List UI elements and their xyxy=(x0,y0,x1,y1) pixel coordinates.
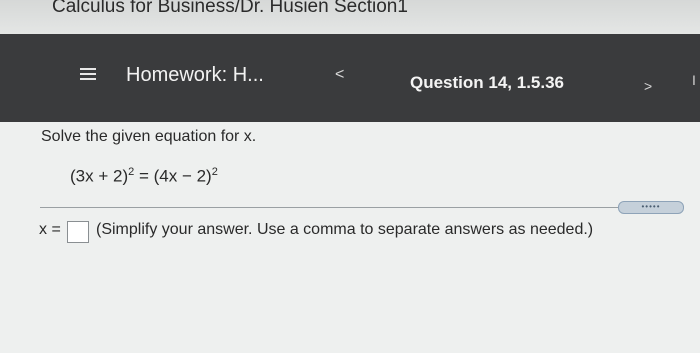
course-header: Calculus for Business/Dr. Husien Section… xyxy=(0,0,700,34)
next-question-button[interactable]: > xyxy=(644,78,652,94)
question-panel: Solve the given equation for x. (3x + 2)… xyxy=(0,122,700,353)
equation: (3x + 2)2 = (4x − 2)2 xyxy=(70,166,218,187)
edge-glyph: I xyxy=(692,72,696,88)
answer-hint: (Simplify your answer. Use a comma to se… xyxy=(96,221,594,238)
equation-equals: = xyxy=(134,166,154,186)
course-title: Calculus for Business/Dr. Husien Section… xyxy=(52,0,408,17)
equation-rhs-base: (4x − 2) xyxy=(153,166,212,186)
answer-prefix: x = xyxy=(39,221,61,238)
answer-input[interactable] xyxy=(67,221,89,243)
question-label[interactable]: Question 14, 1.5.36 xyxy=(410,73,564,93)
homework-nav-bar: Homework: H... < Question 14, 1.5.36 > I xyxy=(0,34,700,122)
previous-question-button[interactable]: < xyxy=(335,66,344,84)
question-instruction: Solve the given equation for x. xyxy=(41,128,257,145)
divider xyxy=(40,207,620,208)
homework-title[interactable]: Homework: H... xyxy=(126,64,264,87)
equation-lhs-base: (3x + 2) xyxy=(70,166,129,186)
expand-more-button[interactable]: ••••• xyxy=(618,201,684,214)
equation-rhs-exponent: 2 xyxy=(211,166,218,178)
hamburger-menu-icon[interactable] xyxy=(80,68,96,80)
